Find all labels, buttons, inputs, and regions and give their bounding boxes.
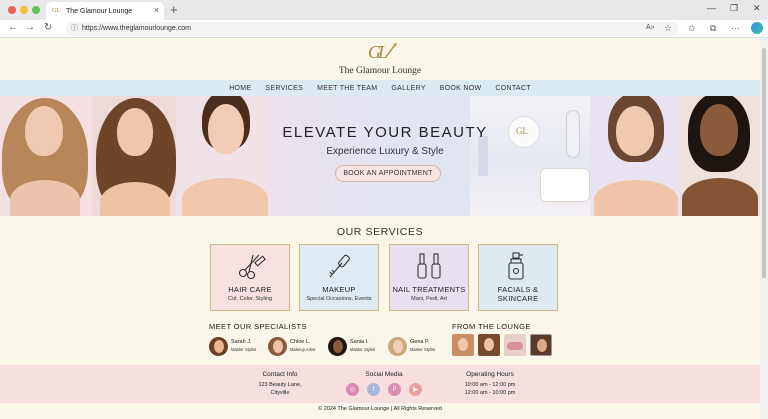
tab-close-icon[interactable]: × [154,5,159,15]
specialist-role: Master Stylist [231,347,257,352]
hero-title: ELEVATE YOUR BEAUTY [282,124,488,141]
url-field[interactable]: ⓘ https://www.theglamourlounge.com [66,22,678,36]
menu-dots-icon[interactable]: ··· [731,23,740,33]
service-subtitle: Special Occasions, Events [306,296,372,302]
minimize-icon[interactable]: — [707,3,716,13]
nav-meet-the-team[interactable]: MEET THE TEAM [317,85,377,92]
main-nav: HOME SERVICES MEET THE TEAM GALLERY BOOK… [0,80,760,96]
contact-address-line1: 123 Beauty Lane, [258,382,302,388]
site-footer: Contact Info 123 Beauty Lane, Cityville … [0,365,760,403]
maximize-window-dot[interactable] [32,6,40,14]
minimize-window-dot[interactable] [20,6,28,14]
hero-portrait-5 [680,96,760,216]
window-close-icon[interactable]: ✕ [753,3,761,14]
nav-gallery[interactable]: GALLERY [391,85,425,92]
contact-heading: Contact Info [262,371,298,378]
hours-heading: Operating Hours [466,371,514,378]
service-title: FACIALS & SKINCARE [497,285,539,303]
service-card-makeup[interactable]: MAKEUP Special Occasions, Events [299,244,379,311]
site-name[interactable]: The Glamour Lounge [0,66,760,76]
close-window-dot[interactable] [8,6,16,14]
specialist-card[interactable]: Sarah J. Master Stylist [209,337,267,357]
social-heading: Social Media [365,371,403,378]
hero-portrait-2 [92,96,176,216]
service-title: MAKEUP [322,285,356,294]
specialist-name: Sania I. [350,339,369,345]
url-text: https://www.theglamourlounge.com [82,25,191,32]
nav-home[interactable]: HOME [229,85,251,92]
collections-icon[interactable]: ⧉ [710,23,716,34]
tab-favicon: GL [52,8,60,14]
forward-icon[interactable]: → [25,22,35,33]
nav-services[interactable]: SERVICES [265,85,303,92]
tab-title: The Glamour Lounge [66,7,133,15]
browser-tab-bar: GL The Glamour Lounge × + — ❐ ✕ [0,0,768,20]
new-tab-icon[interactable]: + [170,2,178,17]
reload-icon[interactable]: ↻ [44,22,52,33]
book-appointment-button[interactable]: BOOK AN APPOINTMENT [335,165,441,182]
nail-polish-icon [417,253,441,279]
specialist-name: Sarah J. [231,339,252,345]
hours-line2: 12:00 am - 10:00 pm [464,390,516,396]
specialist-card[interactable]: Sania I. Master Stylist [328,337,386,357]
nav-book-now[interactable]: BOOK NOW [440,85,482,92]
service-title: NAIL TREATMENTS [392,285,466,294]
scissors-comb-icon [238,254,266,280]
hero-subtitle: Experience Luxury & Style [326,146,444,157]
gallery-thumb-1[interactable] [452,334,474,356]
avatar [209,337,228,356]
read-aloud-icon[interactable]: A» [646,24,655,31]
avatar [388,337,407,356]
skincare-bottle-icon [508,252,524,280]
logo-mark[interactable]: GL [368,42,388,63]
specialist-card[interactable]: Chloe L. Makeup Artist [268,337,328,357]
back-icon[interactable]: ← [8,22,18,33]
copilot-icon[interactable] [751,22,763,34]
avatar [328,337,347,356]
favorite-star-icon[interactable]: ☆ [664,23,672,34]
instagram-icon[interactable]: ◎ [346,383,359,396]
restore-icon[interactable]: ❐ [730,3,738,14]
service-title: HAIR CARE [228,285,272,294]
gallery-thumb-4[interactable] [530,334,552,356]
specialist-name: Chloe L. [290,339,311,345]
specialist-card[interactable]: Gena P. Master Stylist [388,337,446,357]
facebook-icon[interactable]: f [367,383,380,396]
avatar [268,337,287,356]
scrollbar-thumb[interactable] [762,48,766,278]
active-tab[interactable]: GL The Glamour Lounge × [46,2,164,20]
specialist-name: Gena P. [410,339,430,345]
nav-contact[interactable]: CONTACT [495,85,530,92]
favorites-icon[interactable]: ✩ [688,23,696,34]
pinterest-icon[interactable]: P [388,383,401,396]
hero-portrait-4 [590,96,680,216]
service-card-nail-treatments[interactable]: NAIL TREATMENTS Mani, Pedi, Art [389,244,469,311]
hero-portrait-1 [0,96,92,216]
service-card-facials-skincare[interactable]: FACIALS & SKINCARE [478,244,558,311]
brush-icon [385,42,398,58]
site-header: GL The Glamour Lounge [0,38,760,80]
hero-banner: GL ELEVATE YOUR BEAUTY Experience Luxury… [0,96,760,216]
site-info-icon[interactable]: ⓘ [71,22,78,36]
gallery-heading: FROM THE LOUNGE [452,322,531,331]
page-scrollbar[interactable] [760,38,768,419]
mascara-icon [329,254,350,278]
services-heading: OUR SERVICES [336,226,424,238]
specialist-role: Master Stylist [350,347,376,352]
hero-portrait-3 [176,96,268,216]
web-page: GL The Glamour Lounge HOME SERVICES MEET… [0,38,760,419]
specialist-role: Makeup Artist [290,347,316,352]
contact-address-line2: Cityville [270,390,290,396]
service-card-hair-care[interactable]: HAIR CARE Cut, Color, Styling [210,244,290,311]
address-bar-row: ← → ↻ ⓘ https://www.theglamourlounge.com… [0,20,768,38]
youtube-icon[interactable]: ▶ [409,383,422,396]
specialists-heading: MEET OUR SPECIALISTS [209,322,307,331]
service-subtitle: Mani, Pedi, Art [411,296,447,302]
service-subtitle: Cut, Color, Styling [227,296,273,302]
copyright: © 2024 The Glamour Lounge | All Rights R… [0,403,760,419]
gallery-thumb-2[interactable] [478,334,500,356]
hours-line1: 10:00 am - 12:00 pm [464,382,516,388]
gallery-thumb-3[interactable] [504,334,526,356]
specialist-role: Master Stylist [410,347,436,352]
